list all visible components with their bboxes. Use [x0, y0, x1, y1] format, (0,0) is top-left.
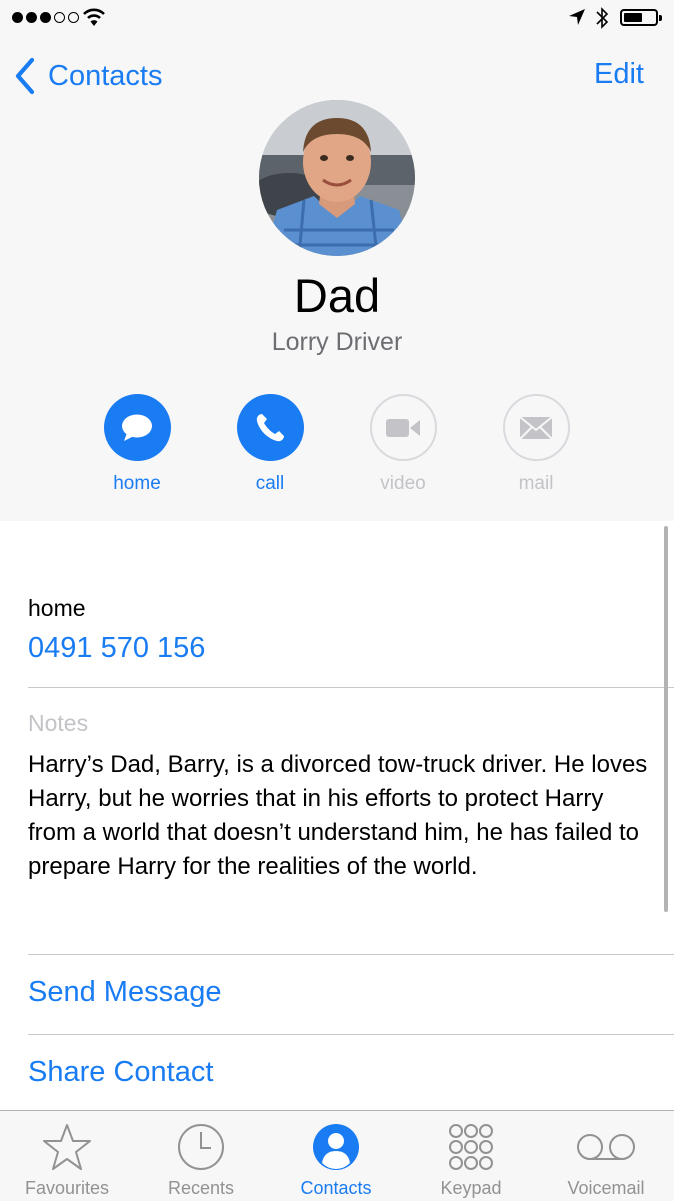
tab-keypad[interactable]: Keypad: [404, 1111, 538, 1201]
tab-contacts[interactable]: Contacts: [269, 1111, 403, 1201]
contact-job-title: Lorry Driver: [271, 328, 403, 356]
chevron-left-icon: [15, 57, 35, 95]
tab-contacts-label: Contacts: [300, 1178, 372, 1198]
mail-action-label: mail: [518, 473, 554, 494]
edit-button[interactable]: Edit: [594, 58, 644, 91]
wifi-icon: [83, 8, 105, 26]
send-message-button[interactable]: Send Message: [28, 976, 221, 1009]
call-action-label: call: [255, 473, 285, 494]
contact-name: Dad: [293, 269, 381, 322]
tab-voicemail-label: Voicemail: [567, 1178, 645, 1198]
back-label: Contacts: [48, 59, 163, 92]
back-button[interactable]: Contacts: [12, 56, 162, 96]
location-arrow-icon: [569, 9, 585, 25]
message-action-button[interactable]: home: [82, 394, 192, 495]
mail-action-button[interactable]: mail: [481, 394, 591, 495]
bluetooth-icon: [596, 7, 609, 29]
battery-icon: [620, 9, 662, 26]
video-action-button[interactable]: video: [348, 394, 458, 495]
divider: [28, 954, 674, 955]
share-contact-button[interactable]: Share Contact: [28, 1056, 213, 1089]
tab-keypad-label: Keypad: [440, 1178, 502, 1198]
voicemail-icon: [577, 1134, 635, 1160]
call-action-button[interactable]: call: [215, 394, 325, 495]
phone-number-link[interactable]: 0491 570 156: [28, 632, 205, 665]
status-bar: [0, 0, 674, 38]
tab-recents[interactable]: Recents: [134, 1111, 268, 1201]
phone-type-label: home: [28, 595, 86, 621]
keypad-icon: [449, 1124, 493, 1170]
tab-favourites-label: Favourites: [24, 1178, 110, 1198]
tab-bar: Favourites Recents Contacts Keypad Voice…: [0, 1110, 674, 1201]
message-action-label: home: [113, 473, 161, 494]
avatar: [259, 100, 415, 256]
mail-icon: [519, 415, 553, 440]
video-icon: [386, 418, 420, 437]
phone-icon: [256, 413, 284, 441]
video-action-label: video: [380, 473, 426, 494]
notes-text: Harry’s Dad, Barry, is a divorced tow-tr…: [28, 751, 648, 880]
person-icon: [313, 1124, 359, 1170]
tab-voicemail[interactable]: Voicemail: [539, 1111, 673, 1201]
tab-recents-label: Recents: [167, 1178, 235, 1198]
scrollbar[interactable]: [664, 526, 668, 912]
message-icon: [122, 414, 152, 441]
divider: [28, 687, 674, 688]
clock-icon: [178, 1124, 224, 1170]
signal-strength-icon: [12, 12, 79, 23]
tab-favourites[interactable]: Favourites: [0, 1111, 134, 1201]
notes-label: Notes: [28, 710, 89, 736]
star-icon: [43, 1124, 91, 1170]
divider: [28, 1034, 674, 1035]
